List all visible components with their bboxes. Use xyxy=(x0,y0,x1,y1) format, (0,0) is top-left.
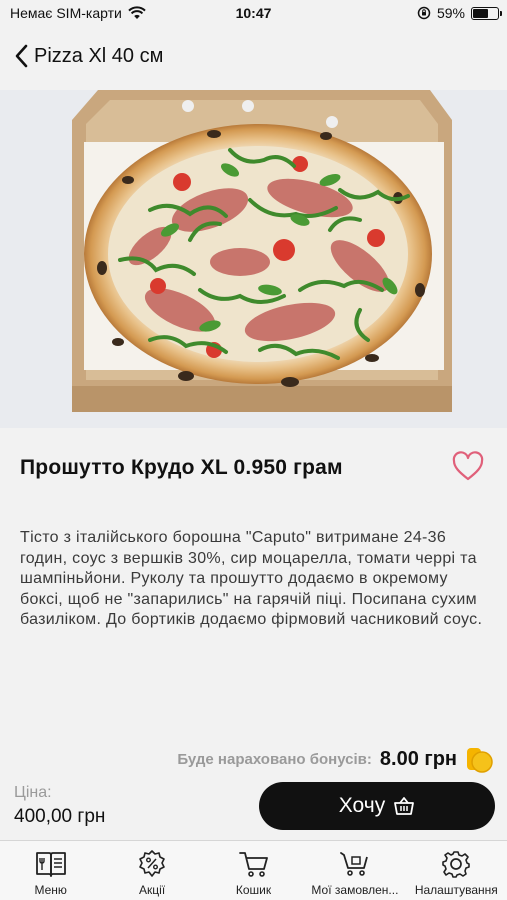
add-to-cart-button[interactable]: Хочу xyxy=(259,782,495,830)
status-right: 59% xyxy=(417,5,502,21)
favorite-button[interactable] xyxy=(451,450,485,484)
pizza-illustration xyxy=(72,90,452,412)
battery-icon xyxy=(471,6,502,20)
tab-menu-label: Меню xyxy=(34,883,67,897)
tab-settings-label: Налаштування xyxy=(414,883,498,897)
tab-my-orders[interactable]: Мої замовлен... xyxy=(304,841,405,900)
battery-fill xyxy=(473,8,489,18)
cart-icon xyxy=(238,852,268,877)
discount-badge-icon xyxy=(139,850,165,877)
back-button[interactable]: Pizza Xl 40 см xyxy=(0,43,163,69)
orientation-lock-icon xyxy=(417,6,431,20)
tab-bar: Меню Акції Кошик Мої замовлен... Налашту… xyxy=(0,840,507,900)
product-title: Прошутто Крудо XL 0.950 грам xyxy=(20,456,343,479)
add-to-cart-label: Хочу xyxy=(338,794,386,817)
tab-settings[interactable]: Налаштування xyxy=(406,841,507,900)
chevron-left-icon xyxy=(15,44,28,68)
status-bar: Немає SIM-карти 10:47 59% xyxy=(0,0,507,28)
tab-promotions[interactable]: Акції xyxy=(101,841,202,900)
bonus-label: Буде нараховано бонусів: xyxy=(177,750,372,768)
bonus-value: 8.00 грн xyxy=(379,747,457,770)
price-label: Ціна: xyxy=(14,784,52,801)
product-header: Прошутто Крудо XL 0.950 грам xyxy=(0,428,507,512)
heart-icon xyxy=(452,451,484,481)
order-cart-icon xyxy=(340,852,368,876)
basket-icon xyxy=(394,797,415,815)
tab-cart[interactable]: Кошик xyxy=(203,841,304,900)
battery-text: 59% xyxy=(436,5,465,21)
product-image xyxy=(0,90,507,428)
bonus-coins-icon xyxy=(467,748,493,773)
bonus-row: Буде нараховано бонусів: 8.00 грн xyxy=(177,744,493,774)
tab-my-orders-label: Мої замовлен... xyxy=(311,883,399,897)
gear-icon xyxy=(442,851,471,878)
tab-cart-label: Кошик xyxy=(235,883,272,897)
product-description: Тісто з італійського борошна "Caputo" ви… xyxy=(20,529,483,629)
price-value: 400,00 грн xyxy=(14,806,106,827)
nav-bar: Pizza Xl 40 см xyxy=(0,28,507,84)
nav-title: Pizza Xl 40 см xyxy=(34,44,164,67)
tab-promotions-label: Акції xyxy=(139,883,166,897)
tab-menu[interactable]: Меню xyxy=(0,841,101,900)
menu-book-icon xyxy=(35,852,66,877)
